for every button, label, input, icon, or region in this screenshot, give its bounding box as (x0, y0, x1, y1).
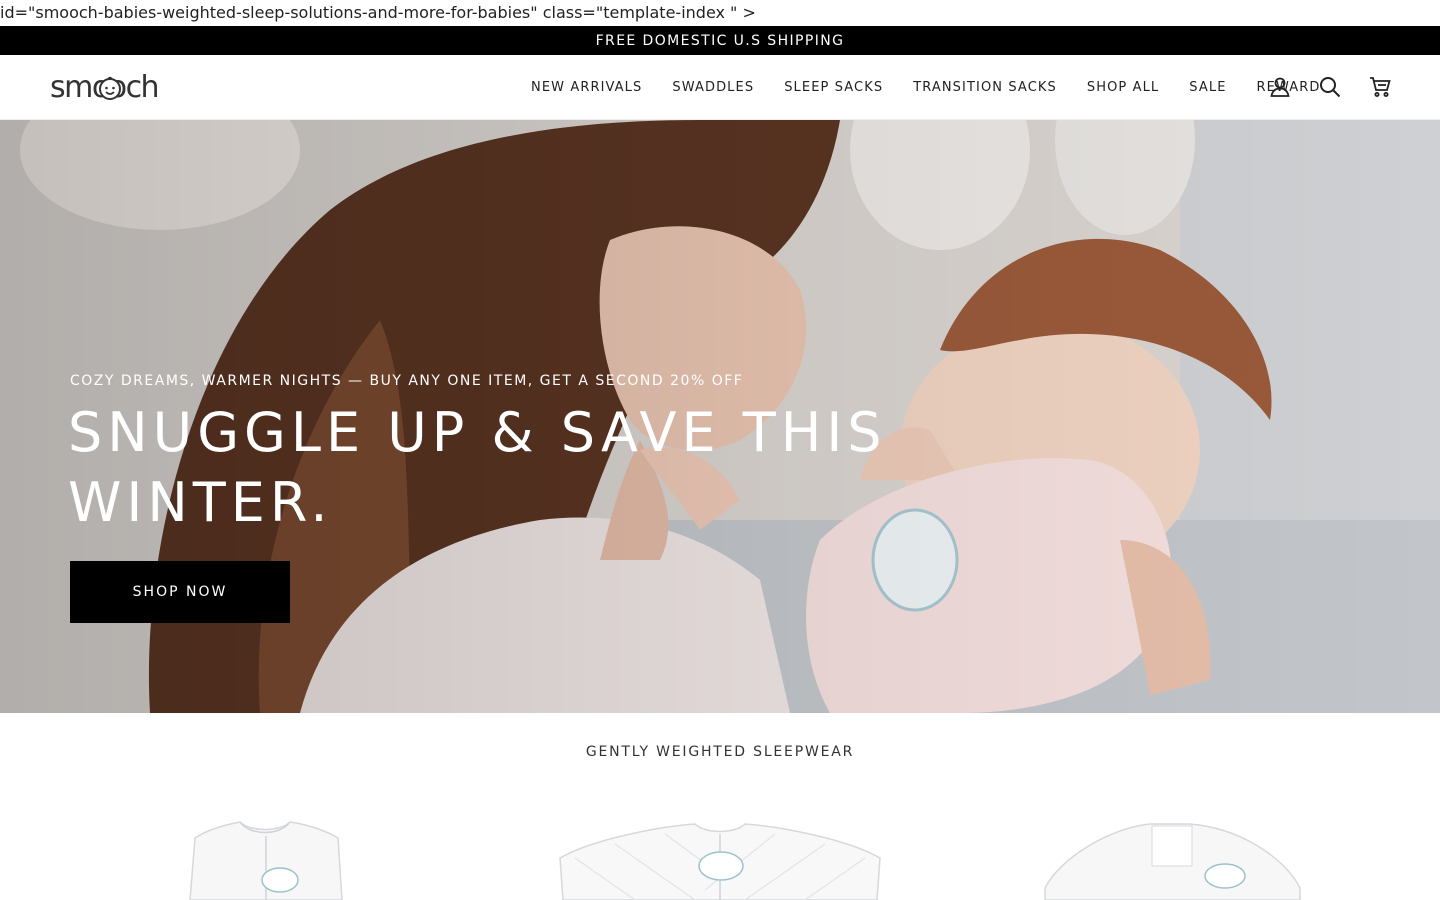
nav-item-transition-sacks[interactable]: TRANSITION SACKS (913, 80, 1057, 95)
hero-banner: COZY DREAMS, WARMER NIGHTS — BUY ANY ONE… (0, 120, 1440, 713)
site-header: smooch NEW ARRIVALS SWADDLES SLEEP SACKS… (0, 55, 1440, 120)
hero-title: SNUGGLE UP & SAVE THIS WINTER. (68, 401, 887, 534)
nav-item-swaddles[interactable]: SWADDLES (672, 80, 754, 95)
shop-now-button[interactable]: SHOP NOW (70, 561, 290, 623)
product-image-swaddle[interactable] (1040, 818, 1305, 900)
nav-item-shop-all[interactable]: SHOP ALL (1087, 80, 1159, 95)
stray-template-text: id="smooch-babies-weighted-sleep-solutio… (0, 3, 756, 22)
hero-kicker: COZY DREAMS, WARMER NIGHTS — BUY ANY ONE… (70, 373, 744, 389)
section-title: GENTLY WEIGHTED SLEEPWEAR (585, 744, 855, 760)
account-icon[interactable] (1268, 75, 1292, 99)
product-image-sleep-sack[interactable] (180, 818, 350, 900)
main-nav: NEW ARRIVALS SWADDLES SLEEP SACKS TRANSI… (516, 55, 1335, 119)
nav-item-sale[interactable]: SALE (1189, 80, 1226, 95)
nav-item-sleep-sacks[interactable]: SLEEP SACKS (784, 80, 883, 95)
product-image-transition-sack[interactable] (555, 818, 885, 900)
logo[interactable]: smooch (50, 69, 160, 105)
search-icon[interactable] (1318, 75, 1342, 99)
baby-face-icon (99, 76, 121, 100)
nav-item-new-arrivals[interactable]: NEW ARRIVALS (531, 80, 642, 95)
announcement-text: FREE DOMESTIC U.S SHIPPING (595, 32, 845, 49)
cart-icon[interactable] (1368, 75, 1392, 99)
announcement-bar: FREE DOMESTIC U.S SHIPPING (0, 26, 1440, 55)
